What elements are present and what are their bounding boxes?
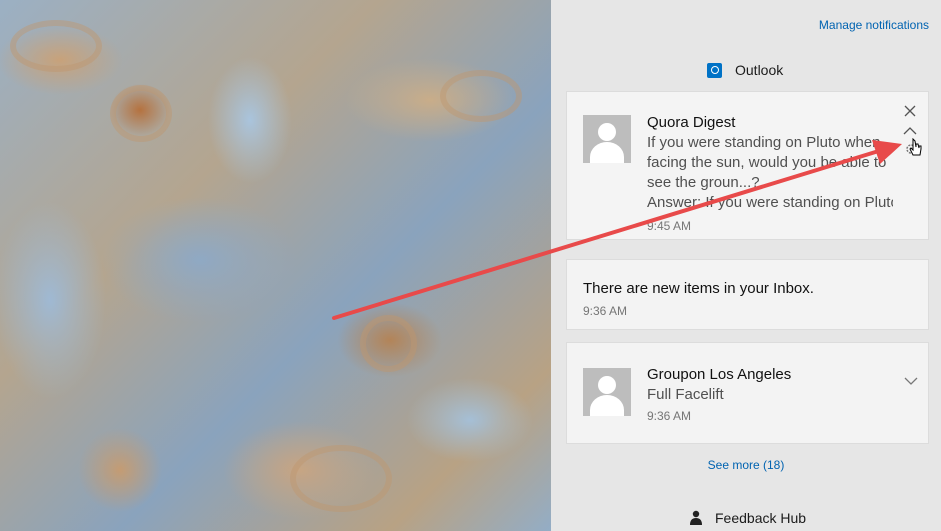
annotation-arrow bbox=[332, 140, 902, 320]
mouse-cursor-icon bbox=[909, 138, 922, 156]
